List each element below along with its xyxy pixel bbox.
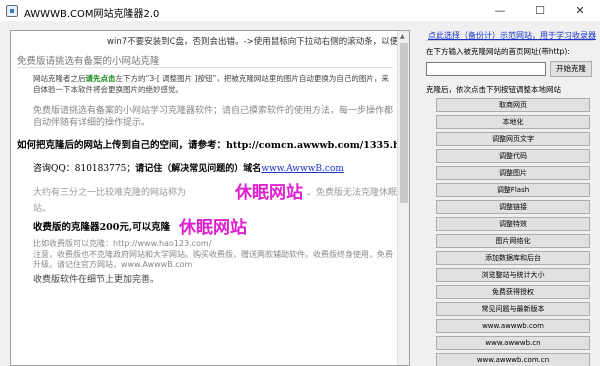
window-title: AWWWB.COM网站克隆器2.0: [24, 9, 160, 20]
qq-remember: 请记住（解决常见问题的）域名: [135, 164, 262, 174]
adjust-links-button[interactable]: 调整链接: [436, 200, 590, 214]
scroll-up-icon[interactable]: ▲: [400, 33, 405, 40]
add-database-button[interactable]: 添加数据库和后台: [436, 251, 590, 265]
sleep-site-text: 大约有三分之一比较难克隆的网站称为: [33, 188, 187, 198]
title-bar: AWWWB.COM网站克隆器2.0 — ☐ ✕: [0, 0, 600, 22]
sleep-site-end: 站。: [33, 204, 52, 214]
paid-note: 注意，收费版也不克隆政府网站和大学网站。购买收费版，赠送两款辅助软件。收费版终身…: [33, 249, 393, 270]
url-input[interactable]: [426, 62, 546, 76]
paid-details: 比如收费版可以克隆：http://www.hao123.com/ 注意，收费版也…: [33, 239, 395, 271]
app-icon: [6, 5, 18, 17]
vertical-scrollbar[interactable]: ▲: [397, 31, 409, 365]
qq-label: 咨询QQ：810183775；: [33, 164, 136, 174]
sleep-site-tail: 。免费版无法克隆休眠状态的网: [307, 188, 409, 198]
minimize-button[interactable]: —: [480, 0, 520, 22]
paid-example: 比如收费版可以克隆：http://www.hao123.com/: [33, 239, 212, 248]
site-link-comcn-button[interactable]: www.awwwb.com.cn: [436, 353, 590, 366]
free-license-button[interactable]: 免费获得授权: [436, 285, 590, 299]
network-images-button[interactable]: 图片网络化: [436, 234, 590, 248]
start-clone-button[interactable]: 开始克隆: [550, 61, 592, 77]
faq-button[interactable]: 常见问题与最新版本: [436, 302, 590, 316]
close-button[interactable]: ✕: [560, 0, 600, 22]
paid-version-highlight: 休眠网站: [179, 218, 247, 238]
adjust-text-button[interactable]: 调整网页文字: [436, 132, 590, 146]
maximize-button[interactable]: ☐: [520, 0, 560, 22]
paid-summary: 收费版软件在细节上更加完善。: [33, 275, 160, 285]
site-link-com-button[interactable]: www.awwwb.com: [436, 319, 590, 333]
intro-text-a: 网站克隆者之后: [33, 74, 86, 83]
divider: [17, 67, 393, 68]
page-heading: 免费版请挑选有备案的小网站克隆: [17, 56, 160, 67]
web-view[interactable]: win7不要安装到C盘，否则会出错。->使用鼠标向下拉动右侧的滚动条，以便查看更…: [10, 30, 410, 366]
intro-paragraph: 网站克隆者之后请先点击左下方的“3-[ 调整图片 ]按钮”，把被克隆网站里的图片…: [33, 73, 395, 95]
panel-divider: [426, 40, 594, 41]
adjust-code-button[interactable]: 调整代码: [436, 149, 590, 163]
sleep-site-highlight: 休眠网站: [235, 183, 303, 203]
control-panel: 点此选择（备份计）示范网站，用于学习收录器 在下方输入被克隆网站的首页网址(带h…: [420, 22, 600, 366]
domain-link[interactable]: www.AwwwB.com: [261, 164, 344, 174]
adjust-images-button[interactable]: 调整图片: [436, 166, 590, 180]
fetch-page-button[interactable]: 取商网页: [436, 98, 590, 112]
sleep-site-line: 大约有三分之一比较难克隆的网站称为 休眠网站 。免费版无法克隆休眠状态的网: [33, 183, 409, 203]
browse-site-button[interactable]: 浏览整站与统计大小: [436, 268, 590, 282]
install-hint: win7不要安装到C盘，否则会出错。->使用鼠标向下拉动右侧的滚动条，以便查看更…: [107, 37, 399, 47]
adjust-flash-button[interactable]: 调整Flash: [436, 183, 590, 197]
qq-line: 咨询QQ：810183775；请记住（解决常见问题的）域名www.AwwwB.c…: [33, 161, 344, 174]
upload-heading: 如何把克隆后的网站上传到自己的空间，请参考：http://comcn.awwwb…: [17, 140, 410, 151]
site-link-cn-button[interactable]: www.awwwb.cn: [436, 336, 590, 350]
paid-version-text: 收费版的克隆器200元,可以克隆: [33, 222, 171, 233]
steps-label: 克隆后，依次点击下列按钮调整本地网站: [426, 85, 561, 94]
url-label: 在下方输入被克隆网站的首页网址(带http):: [426, 47, 570, 56]
adjust-effects-button[interactable]: 调整特效: [436, 217, 590, 231]
scroll-thumb[interactable]: [400, 43, 408, 203]
localize-button[interactable]: 本地化: [436, 115, 590, 129]
paid-version-line: 收费版的克隆器200元,可以克隆 休眠网站: [33, 218, 247, 238]
free-version-paragraph: 免费版请挑选有备案的小网站学习克隆器软件；请自己摸索软件的使用方法，每一步操作都…: [33, 106, 394, 128]
intro-highlight: 请先点击: [85, 74, 116, 83]
